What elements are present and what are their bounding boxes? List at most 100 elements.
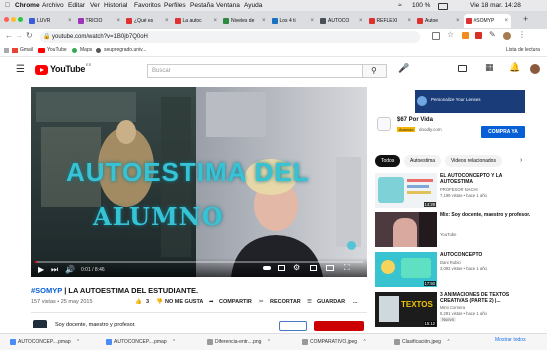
battery-icon[interactable] [438,3,448,10]
browser-tab[interactable]: AUTOCO × [318,14,366,28]
ad-card[interactable]: $67 Por Vida Anuncio doodly.com COMPRA Y… [375,113,525,147]
recommended-title[interactable]: AUTOCONCEPTO [440,252,535,258]
omnibox[interactable]: 🔒 youtube.com/watch?v=1B0jb7Q0oH [40,31,420,43]
extension-red-icon[interactable] [475,32,482,39]
download-item[interactable]: AUTOCONCEP....pmap ⌃ [8,336,98,348]
chevron-up-icon[interactable]: ⌃ [172,339,176,345]
reading-list[interactable]: Lista de lectura [506,45,540,56]
volume-icon[interactable]: 🔊 [65,265,75,274]
chip-autoestima[interactable]: Autoestima [404,155,442,167]
dislike-button[interactable]: NO ME GUSTA [165,299,203,305]
menu-historial[interactable]: Historial [104,0,127,11]
bookmark-univ[interactable]: seupregrado.univ... [104,45,146,56]
reload-icon[interactable]: ↻ [26,31,33,40]
chevron-up-icon[interactable]: ⌃ [446,339,450,345]
autoplay-toggle[interactable] [263,266,271,270]
progress-bar[interactable] [35,261,363,263]
recommended-title[interactable]: 3 ANIMACIONES DE TEXTOS CREATIVAS (PARTE… [440,292,535,304]
join-button-partial[interactable] [279,321,307,331]
hamburger-menu-icon[interactable]: ☰ [16,65,25,75]
forward-icon[interactable]: → [15,31,23,40]
profile-avatar[interactable] [503,32,511,40]
recommended-item[interactable]: 17:50 AUTOCONCEPTO Dani Rubio 3,092 vist… [375,252,535,288]
recommended-channel[interactable]: Dani Rubio [440,260,461,265]
tab-close-icon[interactable]: × [165,14,169,28]
ad-cta-button[interactable]: COMPRA YA [481,126,525,138]
chrome-menu-icon[interactable]: ⋮ [518,30,526,39]
tab-close-icon[interactable]: × [116,14,120,28]
next-icon[interactable]: ⏭ [51,265,58,275]
dislike-icon[interactable]: 👎 [156,299,163,305]
youtube-logo-icon[interactable] [35,65,48,75]
like-count[interactable]: 3 [146,299,149,305]
tab-close-icon[interactable]: × [359,14,363,28]
tab-close-icon[interactable]: × [407,14,411,28]
tab-close-icon[interactable]: × [504,14,508,28]
recommended-item[interactable]: Mix: Soy docente, maestro y profesor. Yo… [375,212,535,248]
recommended-thumbnail[interactable] [375,212,437,247]
tab-close-icon[interactable]: × [262,14,266,28]
miniplayer-icon[interactable] [310,265,317,271]
channel-watermark-icon[interactable] [347,241,356,250]
like-icon[interactable]: 👍 [135,299,142,305]
share-icon[interactable]: ➦ [209,299,214,305]
channel-name[interactable]: Soy docente, maestro y profesor. [55,322,136,328]
ad-banner[interactable]: Personalize Your Lenses [375,90,525,113]
subtitles-icon[interactable] [278,265,285,271]
share-button[interactable]: COMPARTIR [219,299,252,305]
share-page-icon[interactable] [432,32,440,40]
browser-tab[interactable]: ¿Qué es × [124,14,172,28]
extension-icon[interactable] [462,32,469,39]
menu-ver[interactable]: Ver [90,0,100,11]
youtube-logo-text[interactable]: YouTube [50,64,85,74]
menu-ayuda[interactable]: Ayuda [244,0,262,11]
browser-tab[interactable]: Los 4 ti × [270,14,318,28]
back-icon[interactable]: ← [5,31,13,40]
menu-pestana[interactable]: Pestaña [190,0,214,11]
chips-next-icon[interactable]: › [520,157,522,164]
search-input[interactable]: Buscar [147,64,363,78]
browser-tab[interactable]: TRICIO × [76,14,124,28]
apps-grid-icon[interactable] [4,48,9,53]
download-item[interactable]: COMPARATIVO.jpeg ⌃ [300,336,386,348]
tab-close-icon[interactable]: × [213,14,217,28]
menu-favoritos[interactable]: Favoritos [134,0,161,11]
video-player[interactable]: AUTOESTIMA DEL ALUMNO [31,87,367,277]
browser-tab[interactable]: Autoe × [415,14,463,28]
menu-editar[interactable]: Editar [68,0,85,11]
browser-tab[interactable]: La autoc × [173,14,221,28]
settings-gear-icon[interactable]: ⚙ [293,263,300,272]
search-button[interactable]: ⚲ [363,64,387,78]
download-item[interactable]: AUTOCONCEP....pmap ⌃ [104,336,200,348]
microphone-icon[interactable]: 🎤 [398,63,409,74]
bookmark-star-icon[interactable]: ☆ [447,30,454,39]
menu-perfiles[interactable]: Perfiles [164,0,186,11]
video-title-hashtag[interactable]: #SOMYP [31,286,62,295]
download-item[interactable]: Clasificación.jpeg ⌃ [392,336,478,348]
subscribe-button-partial[interactable] [314,321,364,331]
tab-close-icon[interactable]: × [68,14,72,28]
recommended-item[interactable]: TEXTOS 15:12 3 ANIMACIONES DE TEXTOS CRE… [375,292,535,328]
chip-related[interactable]: Videos relacionados [445,155,502,167]
browser-tab[interactable]: LUVR × [27,14,75,28]
play-icon[interactable]: ▶ [38,265,44,274]
browser-tab[interactable]: #SOMYP × [463,14,511,28]
extensions-puzzle-icon[interactable]: ✎ [489,30,496,39]
clip-button[interactable]: RECORTAR [270,299,301,305]
apple-icon[interactable]:  [5,0,10,11]
notifications-bell-icon[interactable]: 🔔 [509,62,520,73]
tab-close-icon[interactable]: × [456,14,460,28]
create-video-icon[interactable] [458,65,467,72]
fullscreen-icon[interactable]: ⛶ [344,263,350,273]
recommended-title[interactable]: EL AUTOCONCEPTO Y LA AUTOESTIMA [440,173,535,185]
recommended-channel[interactable]: YouTube [440,232,456,237]
recommended-item[interactable]: 14:29 EL AUTOCONCEPTO Y LA AUTOESTIMA PR… [375,173,535,209]
download-item[interactable]: Diferencia-entr....png ⌃ [205,336,295,348]
recommended-thumbnail[interactable]: 14:29 [375,173,437,208]
lock-icon[interactable]: 🔒 [43,31,50,43]
tab-close-icon[interactable]: × [310,14,314,28]
chevron-up-icon[interactable]: ⌃ [267,339,271,345]
downloads-show-all[interactable]: Mostrar todos [495,337,526,343]
save-icon[interactable]: ☰ [307,299,312,305]
more-actions-button[interactable]: ... [353,299,358,305]
